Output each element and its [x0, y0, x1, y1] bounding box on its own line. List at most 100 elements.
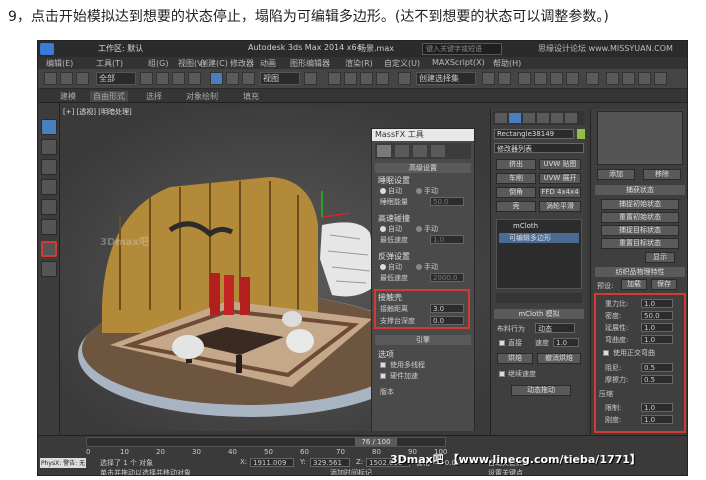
viewport-label[interactable]: [+] [透视] [明暗处理] [63, 107, 132, 117]
add-time-tag[interactable]: 添加时间标记 [330, 468, 372, 475]
tab-object-paint[interactable]: 对象绘制 [186, 91, 218, 102]
dynamic-drag-button[interactable]: 动态拖动 [511, 385, 571, 396]
bend-field[interactable]: 1.0 [641, 335, 673, 344]
align-icon[interactable] [498, 72, 511, 85]
bounce-auto-radio[interactable] [380, 264, 386, 270]
rotate-icon[interactable] [226, 72, 239, 85]
snap-icon[interactable] [328, 72, 341, 85]
cloth-behavior-dropdown[interactable]: 动态 [535, 323, 575, 333]
menu-graph-editors[interactable]: 图形编辑器 [290, 58, 330, 69]
menu-tools[interactable]: 工具(T) [96, 58, 123, 69]
hierarchy-tab-icon[interactable] [523, 113, 535, 123]
add-button[interactable]: 添加 [597, 169, 635, 180]
tab-selection[interactable]: 选择 [146, 91, 162, 102]
stiffness-field[interactable]: 1.0 [641, 415, 673, 424]
menu-customize[interactable]: 自定义(U) [384, 58, 420, 69]
move-icon[interactable] [210, 72, 223, 85]
direct-checkbox[interactable] [499, 340, 505, 346]
extrude-button[interactable]: 挤出 [496, 159, 536, 170]
shell-button[interactable]: 壳 [496, 201, 536, 212]
motion-tab-icon[interactable] [537, 113, 549, 123]
constraint-icon[interactable] [41, 179, 57, 195]
multi-object-icon[interactable] [413, 145, 427, 157]
angle-snap-icon[interactable] [344, 72, 357, 85]
ragdoll-icon[interactable] [41, 199, 57, 215]
reset-sim-icon[interactable] [41, 219, 57, 235]
damping-field[interactable]: 0.5 [641, 363, 673, 372]
coll-min-speed-field[interactable]: 1.0 [430, 235, 464, 244]
bounce-manual-radio[interactable] [416, 264, 422, 270]
rect-select-icon[interactable] [172, 72, 185, 85]
ribbon-toggle-icon[interactable] [534, 72, 547, 85]
reset-initial-button[interactable]: 重置初始状态 [601, 212, 679, 223]
reference-coord-dropdown[interactable]: 视图 [260, 72, 300, 85]
tab-freeform[interactable]: 自由形式 [90, 91, 128, 102]
capture-state-rollout[interactable]: 捕获状态 [595, 185, 685, 195]
step-sim-icon[interactable] [41, 261, 57, 277]
display-options-icon[interactable] [431, 145, 445, 157]
start-simulation-icon[interactable] [41, 241, 57, 257]
lathe-button[interactable]: 车削 [496, 173, 536, 184]
utilities-tab-icon[interactable] [565, 113, 577, 123]
selection-filter-dropdown[interactable]: 全部 [96, 72, 136, 85]
perspective-viewport[interactable]: [+] [透视] [明暗处理] 3Dmax吧 MassFX 工具 高级设置 睡眠… [60, 105, 492, 431]
percent-snap-icon[interactable] [360, 72, 373, 85]
sleep-auto-radio[interactable] [380, 188, 386, 194]
rigid-body-icon[interactable] [41, 139, 57, 155]
bake-button[interactable]: 烘焙 [497, 353, 533, 364]
pivot-icon[interactable] [304, 72, 317, 85]
turbosmooth-button[interactable]: 涡轮平滑 [539, 201, 581, 212]
coll-manual-radio[interactable] [416, 226, 422, 232]
y-coord-field[interactable]: 329.561 [310, 458, 350, 467]
select-icon[interactable] [140, 72, 153, 85]
support-depth-field[interactable]: 0.0 [430, 316, 464, 325]
sleep-energy-field[interactable]: 50.0 [430, 197, 464, 206]
density-field[interactable]: 50.0 [641, 311, 673, 320]
world-params-icon[interactable] [377, 145, 391, 157]
object-name-field[interactable]: Rectangle38149 [494, 129, 574, 139]
load-button[interactable]: 加载 [621, 279, 647, 290]
save-button[interactable]: 保存 [651, 279, 677, 290]
object-color-swatch[interactable] [577, 129, 585, 139]
frame-counter[interactable]: 76 / 100 [355, 438, 397, 446]
search-input[interactable]: 键入关键字或短语 [422, 43, 502, 55]
engine-rollout[interactable]: 引擎 [375, 335, 471, 345]
stack-item-editable-poly[interactable]: 可编辑多边形 [499, 233, 579, 243]
link-icon[interactable] [76, 72, 89, 85]
select-by-name-icon[interactable] [156, 72, 169, 85]
display-tab-icon[interactable] [551, 113, 563, 123]
named-selection-dropdown[interactable]: 创建选择集 [416, 72, 476, 85]
friction-field[interactable]: 0.5 [641, 375, 673, 384]
uvw-unwrap-button[interactable]: UVW 展开 [539, 173, 581, 184]
time-slider[interactable]: 76 / 100 [86, 437, 446, 447]
x-coord-field[interactable]: 1911.009 [250, 458, 294, 467]
mcloth-icon[interactable] [41, 159, 57, 175]
redo-icon[interactable] [60, 72, 73, 85]
remove-button[interactable]: 移除 [643, 169, 681, 180]
bounce-min-speed-field[interactable]: 2000.0 [430, 273, 464, 282]
massfx-tools-icon[interactable] [41, 119, 57, 135]
rendered-frame-icon[interactable] [622, 72, 635, 85]
material-editor-icon[interactable] [586, 72, 599, 85]
speed-field[interactable]: 1.0 [553, 338, 579, 347]
mcloth-sim-rollout[interactable]: mCloth 模拟 [494, 309, 584, 319]
capture-target-button[interactable]: 捕捉目标状态 [601, 225, 679, 236]
advanced-rollout[interactable]: 高级设置 [375, 163, 471, 173]
menu-help[interactable]: 帮助(H) [493, 58, 521, 69]
menu-modifiers[interactable]: 修改器 [230, 58, 254, 69]
uvw-map-button[interactable]: UVW 贴图 [539, 159, 581, 170]
create-tab-icon[interactable] [495, 113, 507, 123]
modify-tab-icon[interactable] [509, 113, 521, 123]
contact-distance-field[interactable]: 3.0 [430, 304, 464, 313]
ffd-button[interactable]: FFD 4x4x4 [539, 187, 581, 198]
tab-modeling[interactable]: 建模 [60, 91, 76, 102]
reset-target-button[interactable]: 重置目标状态 [601, 238, 679, 249]
render-setup-icon[interactable] [606, 72, 619, 85]
capture-initial-button[interactable]: 捕捉初始状态 [601, 199, 679, 210]
set-key-button[interactable]: 设置关键点 [488, 468, 523, 475]
undo-bake-button[interactable]: 撤消烘焙 [537, 353, 581, 364]
bevel-button[interactable]: 倒角 [496, 187, 536, 198]
render-production-icon[interactable] [654, 72, 667, 85]
continue-checkbox[interactable] [499, 371, 505, 377]
menu-rendering[interactable]: 渲染(R) [345, 58, 373, 69]
